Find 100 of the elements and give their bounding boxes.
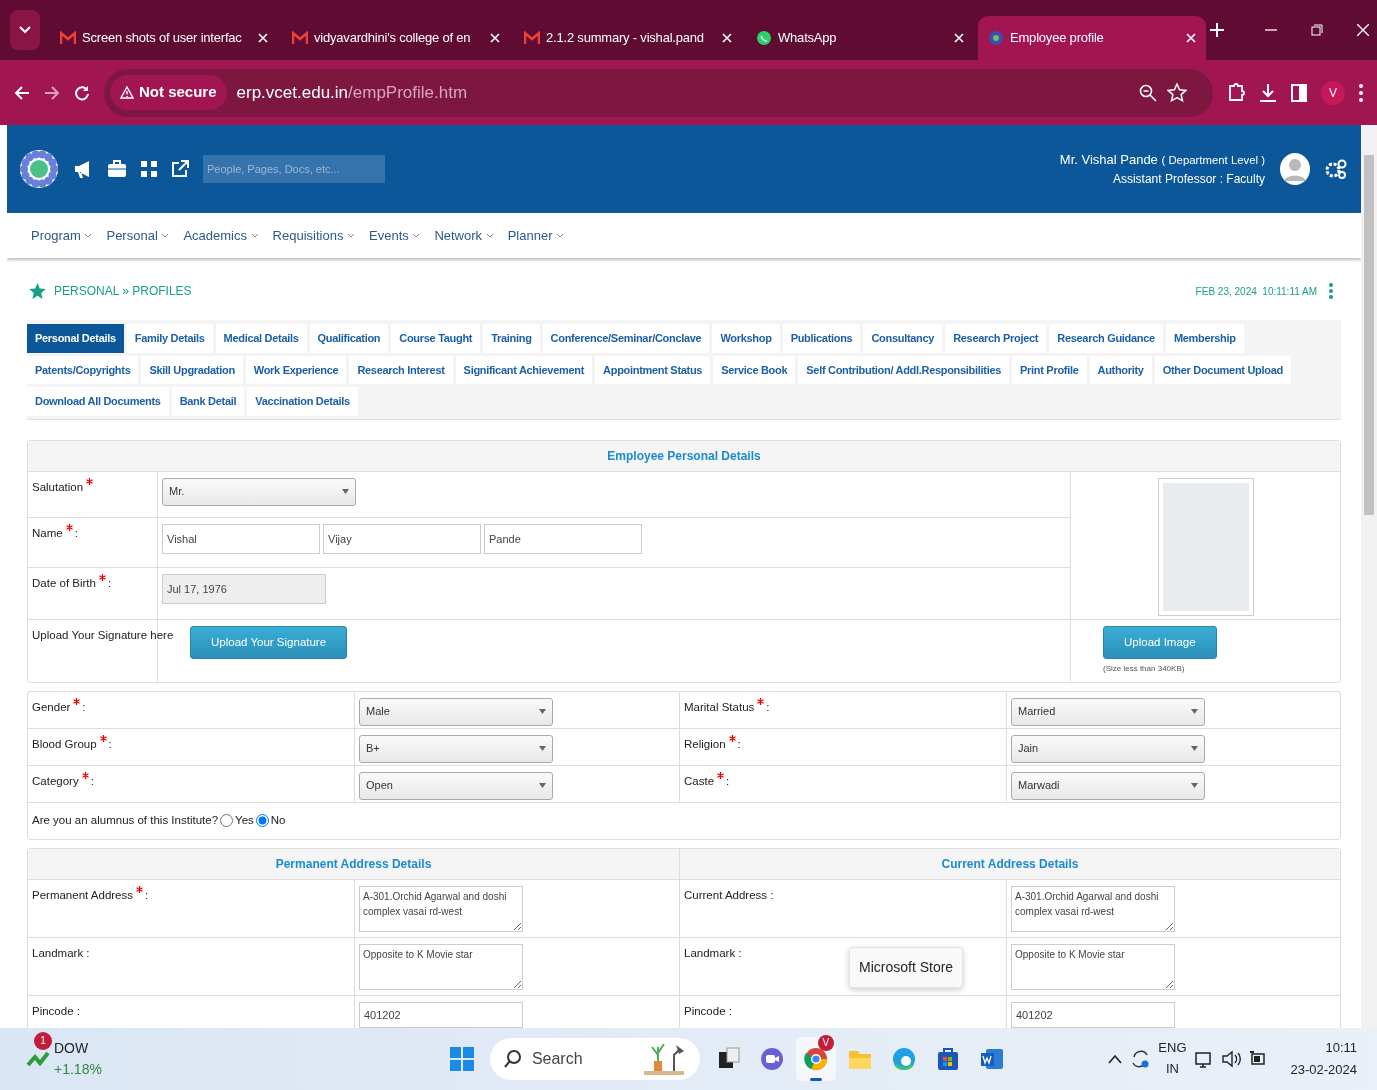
dropdown[interactable]: Married xyxy=(1011,697,1205,726)
browser-tab[interactable]: 2.1.2 summary - vishal.pand xyxy=(514,16,742,60)
profile-tab[interactable]: Patents/Copyrights xyxy=(27,355,139,384)
chevron-up-icon[interactable] xyxy=(1108,1054,1123,1064)
start-icon[interactable] xyxy=(449,1047,474,1071)
profile-tab[interactable]: Membership xyxy=(1165,324,1244,353)
dropdown[interactable]: Jain xyxy=(1011,734,1205,763)
profile-tab[interactable]: Bank Detail xyxy=(171,387,245,416)
dropdown[interactable]: Open xyxy=(359,771,553,800)
text-area[interactable]: A-301.Orchid Agarwal and doshi complex vasai rd-west xyxy=(1011,885,1175,932)
dropdown[interactable]: B+ xyxy=(359,734,553,763)
profile-tab[interactable]: Consultancy xyxy=(863,324,943,353)
zoom-icon[interactable] xyxy=(1139,83,1157,102)
qr-code-icon[interactable] xyxy=(141,161,157,177)
puzzle-icon[interactable] xyxy=(1227,82,1245,103)
more-icon[interactable] xyxy=(1329,283,1333,299)
profile-tab[interactable]: Course Taught xyxy=(391,324,481,353)
profile-avatar[interactable]: V xyxy=(1321,80,1345,105)
menu-item[interactable]: Events xyxy=(369,225,421,246)
profile-tab[interactable]: Personal Details xyxy=(27,324,124,353)
profile-tab[interactable]: Research Interest xyxy=(349,355,453,384)
profile-tab[interactable]: Work Experience xyxy=(245,355,347,384)
avatar[interactable] xyxy=(1279,152,1311,186)
volume-icon[interactable] xyxy=(1220,1050,1241,1068)
tab-list-button[interactable] xyxy=(10,10,40,50)
text-field[interactable]: 401202 xyxy=(1011,1001,1175,1028)
settings-icon[interactable] xyxy=(1325,158,1347,180)
network-icon[interactable] xyxy=(1194,1049,1213,1069)
taskbar-app[interactable]: V xyxy=(795,1037,836,1081)
profile-tab[interactable]: Other Document Upload xyxy=(1154,355,1291,384)
text-field[interactable]: 401202 xyxy=(359,1001,523,1028)
close-icon[interactable] xyxy=(258,33,268,43)
download-icon[interactable] xyxy=(1259,82,1277,103)
restore-icon[interactable] xyxy=(1311,24,1323,36)
menu-item[interactable]: Network xyxy=(434,225,494,246)
browser-tab[interactable]: Screen shots of user interfac xyxy=(50,16,278,60)
chart-icon[interactable] xyxy=(26,1049,50,1069)
search-field[interactable]: People, Pages, Docs, etc... xyxy=(203,155,385,183)
profile-tab[interactable]: Qualification xyxy=(309,324,389,353)
dropdown[interactable]: Mr. xyxy=(162,477,356,506)
close-icon[interactable] xyxy=(1357,24,1369,36)
profile-tab[interactable]: Significant Achievement xyxy=(455,355,593,384)
battery-icon[interactable] xyxy=(1248,1050,1267,1068)
close-icon[interactable] xyxy=(954,33,964,43)
radio-button[interactable] xyxy=(220,814,234,827)
sync-icon[interactable] xyxy=(1130,1049,1151,1069)
close-icon[interactable] xyxy=(490,33,500,43)
forward-arrow-icon[interactable] xyxy=(44,84,60,101)
star-icon[interactable] xyxy=(1167,82,1187,103)
profile-tab[interactable]: Publications xyxy=(782,324,861,353)
sidebar-icon[interactable] xyxy=(1291,83,1307,102)
profile-tab[interactable]: Authority xyxy=(1089,355,1152,384)
profile-tab[interactable]: Skill Upgradation xyxy=(141,355,243,384)
browser-tab[interactable]: WhatsApp xyxy=(746,16,974,60)
reload-icon[interactable] xyxy=(74,84,90,101)
text-area[interactable]: Opposite to K Movie star xyxy=(1011,943,1175,990)
more-icon[interactable] xyxy=(1359,83,1363,102)
profile-tab[interactable]: Download All Documents xyxy=(27,387,169,416)
profile-tab[interactable]: Workshop xyxy=(712,324,780,353)
profile-tab[interactable]: Family Details xyxy=(126,324,213,353)
dropdown[interactable]: Marwadi xyxy=(1011,771,1205,800)
menu-item[interactable]: Academics xyxy=(183,225,259,246)
plus-icon[interactable] xyxy=(1210,23,1224,37)
profile-tab[interactable]: Service Book xyxy=(713,355,796,384)
profile-tab[interactable]: Research Guidance xyxy=(1049,324,1163,353)
profile-tab[interactable]: Research Project xyxy=(945,324,1047,353)
ticker-widget[interactable]: DOW +1.18% xyxy=(54,1038,102,1080)
menu-item[interactable]: Planner xyxy=(507,225,565,246)
menu-item[interactable]: Personal xyxy=(106,225,170,246)
profile-tab[interactable]: Appointment Status xyxy=(595,355,711,384)
college-logo[interactable] xyxy=(19,149,59,189)
profile-tab[interactable]: Training xyxy=(483,324,540,353)
menu-item[interactable]: Program xyxy=(31,225,93,246)
dropdown[interactable]: Male xyxy=(359,697,553,726)
taskbar-search[interactable]: Search xyxy=(489,1038,700,1080)
text-field[interactable]: Vishal xyxy=(162,523,320,554)
back-arrow-icon[interactable] xyxy=(14,84,30,101)
menu-item[interactable]: Requisitions xyxy=(272,225,356,246)
text-area[interactable]: Opposite to K Movie star xyxy=(359,943,523,990)
text-field[interactable]: Vijay xyxy=(323,523,481,554)
security-indicator[interactable]: Not secure xyxy=(110,75,227,110)
briefcase-icon[interactable] xyxy=(107,159,127,179)
url-text[interactable]: erp.vcet.edu.in/empProfile.htm xyxy=(236,79,1129,106)
external-link-icon[interactable] xyxy=(171,160,189,178)
text-field[interactable]: Pande xyxy=(484,523,642,554)
profile-tab[interactable]: Self Contribution/ Addl.Responsibilities xyxy=(798,355,1010,384)
profile-tab[interactable]: Medical Details xyxy=(215,324,307,353)
profile-tab[interactable]: Print Profile xyxy=(1012,355,1087,384)
clock[interactable]: 10:11 23-02-2024 xyxy=(1290,1036,1357,1082)
close-icon[interactable] xyxy=(1186,33,1196,43)
profile-tab[interactable]: Vaccination Details xyxy=(247,387,358,416)
radio-button[interactable] xyxy=(255,814,269,827)
language-indicator[interactable]: ENG IN xyxy=(1158,1038,1187,1080)
close-icon[interactable] xyxy=(722,33,732,43)
profile-tab[interactable]: Conference/Seminar/Conclave xyxy=(542,324,710,353)
scrollbar[interactable] xyxy=(1361,125,1377,1028)
text-field[interactable]: Jul 17, 1976 xyxy=(162,573,326,604)
browser-tab[interactable]: Employee profile xyxy=(978,16,1206,60)
text-area[interactable]: A-301.Orchid Agarwal and doshi complex vasai rd-west xyxy=(359,885,523,932)
browser-tab[interactable]: vidyavardhini's college of en xyxy=(282,16,510,60)
